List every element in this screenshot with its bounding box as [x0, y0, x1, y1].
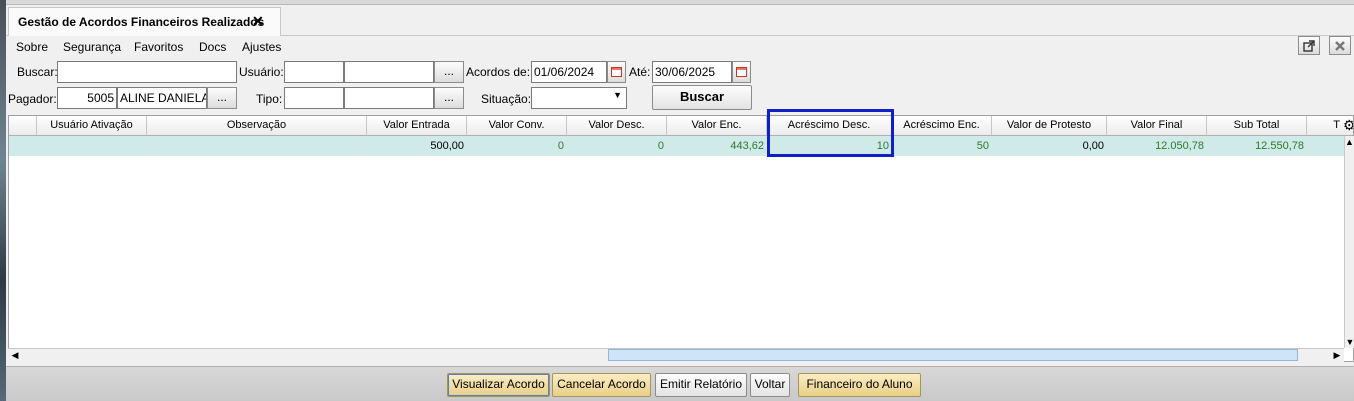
table-cell[interactable]: [147, 136, 367, 156]
acordos-de-input[interactable]: 01/06/2024: [531, 61, 607, 83]
table-cell[interactable]: 0,00: [992, 136, 1107, 156]
table-cell[interactable]: 0: [567, 136, 667, 156]
column-header-valor-conv[interactable]: Valor Conv.: [467, 116, 567, 136]
popout-icon[interactable]: [1298, 36, 1320, 55]
table-cell-selected[interactable]: 10: [767, 136, 892, 156]
buscar-label: Buscar:: [17, 65, 58, 79]
tab-gestao-acordos[interactable]: Gestão de Acordos Financeiros Realizados…: [8, 7, 281, 36]
column-header-valor-final[interactable]: Valor Final: [1107, 116, 1207, 136]
table-cell[interactable]: 50: [892, 136, 992, 156]
tab-title: Gestão de Acordos Financeiros Realizados: [18, 15, 265, 29]
column-header-row-indicator[interactable]: [9, 116, 37, 136]
buscar-button[interactable]: Buscar: [652, 85, 752, 110]
chevron-down-icon: ▼: [613, 90, 622, 100]
column-header-acrescimo-desc[interactable]: Acréscimo Desc.: [767, 116, 892, 136]
column-header-observacao[interactable]: Observação: [147, 116, 367, 136]
acordos-grid: Usuário Ativação Observação Valor Entrad…: [8, 115, 1354, 362]
close-icon[interactable]: ✕: [252, 13, 264, 30]
column-header-valor-entrada[interactable]: Valor Entrada: [367, 116, 467, 136]
acordos-de-label: Acordos de:: [466, 65, 531, 79]
usuario-name-input[interactable]: [344, 61, 434, 83]
scroll-right-icon[interactable]: ▶: [1332, 349, 1342, 361]
tipo-label: Tipo:: [256, 92, 283, 106]
table-cell[interactable]: 12.550,78: [1207, 136, 1307, 156]
cancelar-acordo-button[interactable]: Cancelar Acordo: [552, 373, 651, 397]
table-cell[interactable]: 0: [467, 136, 567, 156]
situacao-label: Situação:: [481, 92, 532, 106]
usuario-label: Usuário:: [239, 65, 284, 79]
gear-icon[interactable]: ⚙: [1343, 117, 1353, 133]
scroll-left-icon[interactable]: ◀: [10, 349, 20, 361]
financeiro-aluno-button[interactable]: Financeiro do Aluno: [798, 373, 921, 397]
column-header-acrescimo-enc[interactable]: Acréscimo Enc.: [892, 116, 992, 136]
usuario-lookup-button[interactable]: ...: [434, 61, 464, 83]
close-window-icon[interactable]: [1329, 36, 1351, 55]
menu-ajustes[interactable]: Ajustes: [242, 40, 281, 54]
horizontal-scroll-thumb[interactable]: [608, 349, 1298, 361]
table-cell[interactable]: 500,00: [367, 136, 467, 156]
table-cell[interactable]: [37, 136, 147, 156]
table-cell[interactable]: [9, 136, 37, 156]
column-header-sub-total[interactable]: Sub Total: [1207, 116, 1307, 136]
voltar-button[interactable]: Voltar: [750, 373, 790, 397]
table-cell[interactable]: 12.050,78: [1107, 136, 1207, 156]
calendar-icon[interactable]: [607, 61, 626, 83]
menu-favoritos[interactable]: Favoritos: [134, 40, 183, 54]
situacao-select[interactable]: ▼: [531, 87, 627, 109]
ate-input[interactable]: 30/06/2025: [652, 61, 732, 83]
calendar-icon[interactable]: [732, 61, 751, 83]
column-header-valor-protesto[interactable]: Valor de Protesto: [992, 116, 1107, 136]
pagador-name-input[interactable]: ALINE DANIELA: [117, 87, 207, 109]
menu-sobre[interactable]: Sobre: [16, 40, 48, 54]
visualizar-acordo-button[interactable]: Visualizar Acordo: [447, 373, 550, 397]
vertical-scrollbar[interactable]: ▲ ▼: [1344, 136, 1354, 348]
pagador-label: Pagador:: [8, 92, 57, 106]
column-header-valor-desc[interactable]: Valor Desc.: [567, 116, 667, 136]
ate-label: Até:: [629, 65, 651, 79]
column-header-valor-enc[interactable]: Valor Enc.: [667, 116, 767, 136]
tipo-name-input[interactable]: [344, 87, 434, 109]
pagador-code-input[interactable]: 5005: [57, 87, 117, 109]
table-cell[interactable]: 443,62: [667, 136, 767, 156]
tipo-lookup-button[interactable]: ...: [434, 87, 464, 109]
scroll-up-icon[interactable]: ▲: [1345, 136, 1354, 148]
scroll-down-icon[interactable]: ▼: [1345, 336, 1354, 348]
pagador-lookup-button[interactable]: ...: [207, 87, 237, 109]
column-header-usuario-ativacao[interactable]: Usuário Ativação: [37, 116, 147, 136]
menu-seguranca[interactable]: Segurança: [63, 40, 121, 54]
emitir-relatorio-button[interactable]: Emitir Relatório: [655, 373, 747, 397]
menu-docs[interactable]: Docs: [199, 40, 226, 54]
desktop-background-strip: [0, 0, 6, 401]
tipo-code-input[interactable]: [284, 87, 344, 109]
buscar-input[interactable]: [57, 61, 237, 83]
usuario-code-input[interactable]: [284, 61, 344, 83]
table-cell[interactable]: [1307, 136, 1345, 156]
